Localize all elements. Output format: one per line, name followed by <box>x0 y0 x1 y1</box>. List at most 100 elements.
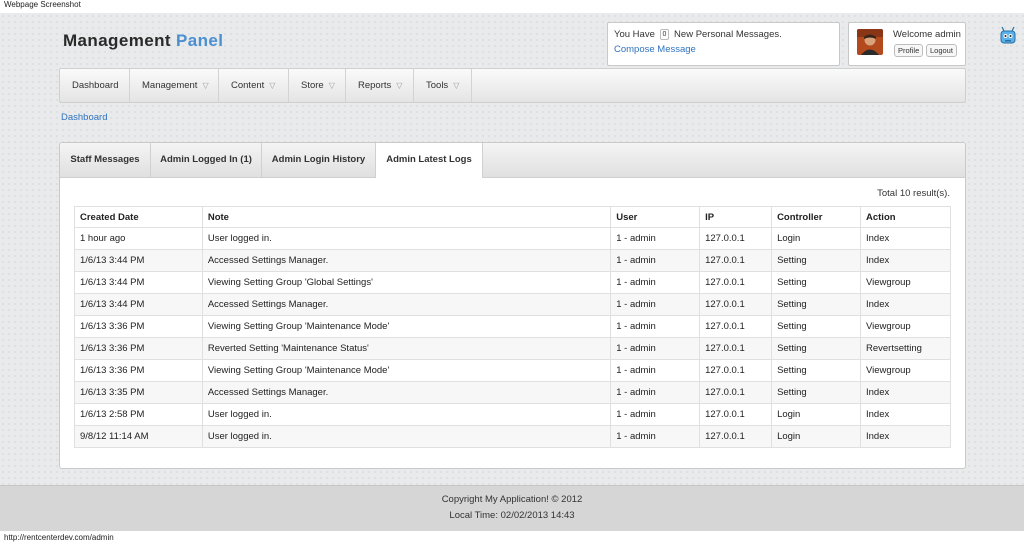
tab-admin-login-history[interactable]: Admin Login History <box>262 143 376 177</box>
status-url: http://rentcenterdev.com/admin <box>4 533 114 542</box>
column-header[interactable]: Action <box>860 206 951 228</box>
cell-ip: 127.0.0.1 <box>699 271 773 294</box>
cell-note: Accessed Settings Manager. <box>201 293 612 316</box>
main-nav: Dashboard Management ▽ Content ▽ Store ▽ Re… <box>59 68 966 103</box>
avatar-image <box>857 29 883 55</box>
tab-admin-logged-in[interactable]: Admin Logged In (1) <box>151 143 262 177</box>
cell-user: 1 - admin <box>610 359 701 382</box>
nav-dashboard-label: Dashboard <box>72 80 119 91</box>
cell-action: Viewgroup <box>860 359 951 382</box>
cell-created-date: 1/6/13 3:44 PM <box>74 249 203 272</box>
tab-admin-latest-logs[interactable]: Admin Latest Logs <box>376 143 483 178</box>
cell-controller: Login <box>771 425 861 448</box>
messages-box: You Have 0 New Personal Messages. Compos… <box>607 22 840 66</box>
chevron-down-icon: ▽ <box>269 81 276 90</box>
table-header-row: Created Date Note User IP Controller Act… <box>74 206 951 228</box>
cell-note: Viewing Setting Group 'Maintenance Mode' <box>201 359 612 382</box>
welcome-text: Welcome admin <box>893 29 961 40</box>
cell-action: Index <box>860 425 951 448</box>
cell-controller: Login <box>771 403 861 426</box>
cell-note: Accessed Settings Manager. <box>201 381 612 404</box>
window-title: Webpage Screenshot <box>4 0 81 9</box>
nav-management[interactable]: Management ▽ <box>130 69 219 102</box>
cell-ip: 127.0.0.1 <box>699 425 773 448</box>
cell-created-date: 1/6/13 3:36 PM <box>74 315 203 338</box>
nav-store[interactable]: Store ▽ <box>289 69 346 102</box>
cell-user: 1 - admin <box>610 337 701 360</box>
cell-action: Index <box>860 403 951 426</box>
cell-note: User logged in. <box>201 403 612 426</box>
cell-action: Viewgroup <box>860 315 951 338</box>
cell-controller: Setting <box>771 315 861 338</box>
cell-created-date: 1/6/13 3:36 PM <box>74 337 203 360</box>
footer: Copyright My Application! © 2012 Local T… <box>0 485 1024 531</box>
logs-panel: Staff Messages Admin Logged In (1) Admin… <box>59 142 966 469</box>
cell-controller: Setting <box>771 249 861 272</box>
user-box: Welcome admin Profile Logout <box>848 22 966 66</box>
logout-button[interactable]: Logout <box>926 44 957 57</box>
nav-store-label: Store <box>301 80 324 91</box>
cell-created-date: 1/6/13 3:44 PM <box>74 293 203 316</box>
cell-action: Index <box>860 249 951 272</box>
table-row: 1/6/13 3:36 PM Viewing Setting Group 'Ma… <box>74 359 951 382</box>
cell-created-date: 9/8/12 11:14 AM <box>74 425 203 448</box>
column-header[interactable]: IP <box>699 206 773 228</box>
cell-controller: Login <box>771 227 861 250</box>
avatar[interactable] <box>857 29 883 55</box>
cell-note: Accessed Settings Manager. <box>201 249 612 272</box>
logo-accent-text: Panel <box>176 31 224 50</box>
compose-message-link[interactable]: Compose Message <box>614 44 696 55</box>
column-header[interactable]: User <box>610 206 701 228</box>
cell-action: Index <box>860 227 951 250</box>
app-logo[interactable]: Management Panel <box>63 31 223 51</box>
column-header[interactable]: Created Date <box>74 206 203 228</box>
cell-controller: Setting <box>771 337 861 360</box>
nav-management-label: Management <box>142 80 198 91</box>
nav-reports[interactable]: Reports ▽ <box>346 69 414 102</box>
footer-local-time: Local Time: 02/02/2013 14:43 <box>449 510 575 521</box>
column-header[interactable]: Note <box>201 206 612 228</box>
cell-controller: Setting <box>771 359 861 382</box>
cell-ip: 127.0.0.1 <box>699 359 773 382</box>
messages-summary: You Have 0 New Personal Messages. <box>614 29 782 40</box>
cell-created-date: 1/6/13 3:35 PM <box>74 381 203 404</box>
window-title-bar: Webpage Screenshot <box>0 0 1024 13</box>
cell-user: 1 - admin <box>610 381 701 404</box>
cell-ip: 127.0.0.1 <box>699 381 773 404</box>
cell-controller: Setting <box>771 293 861 316</box>
cell-note: Viewing Setting Group 'Maintenance Mode' <box>201 315 612 338</box>
chevron-down-icon: ▽ <box>453 81 460 90</box>
cell-ip: 127.0.0.1 <box>699 227 773 250</box>
status-bar: http://rentcenterdev.com/admin <box>0 531 1024 545</box>
cell-note: Reverted Setting 'Maintenance Status' <box>201 337 612 360</box>
nav-content[interactable]: Content ▽ <box>219 69 289 102</box>
table-row: 1/6/13 3:44 PM Viewing Setting Group 'Gl… <box>74 271 951 294</box>
cell-user: 1 - admin <box>610 315 701 338</box>
table-row: 1/6/13 3:44 PM Accessed Settings Manager… <box>74 293 951 316</box>
tab-staff-messages[interactable]: Staff Messages <box>60 143 151 177</box>
cell-user: 1 - admin <box>610 227 701 250</box>
breadcrumb[interactable]: Dashboard <box>61 112 107 123</box>
nav-tools[interactable]: Tools ▽ <box>414 69 472 102</box>
cell-ip: 127.0.0.1 <box>699 249 773 272</box>
messages-count-badge: 0 <box>659 29 670 40</box>
profile-button[interactable]: Profile <box>894 44 924 57</box>
cell-ip: 127.0.0.1 <box>699 293 773 316</box>
cell-ip: 127.0.0.1 <box>699 403 773 426</box>
nav-tools-label: Tools <box>426 80 449 91</box>
cell-user: 1 - admin <box>610 425 701 448</box>
tab-bar: Staff Messages Admin Logged In (1) Admin… <box>60 143 965 178</box>
robot-icon[interactable] <box>997 25 1019 47</box>
nav-dashboard[interactable]: Dashboard <box>60 69 130 102</box>
cell-note: User logged in. <box>201 227 612 250</box>
cell-action: Revertsetting <box>860 337 951 360</box>
column-header[interactable]: Controller <box>771 206 861 228</box>
cell-created-date: 1/6/13 3:44 PM <box>74 271 203 294</box>
chevron-down-icon: ▽ <box>328 81 335 90</box>
messages-suffix: New Personal Messages. <box>674 29 782 40</box>
cell-ip: 127.0.0.1 <box>699 315 773 338</box>
cell-created-date: 1 hour ago <box>74 227 203 250</box>
table-row: 1/6/13 3:36 PM Reverted Setting 'Mainten… <box>74 337 951 360</box>
cell-action: Index <box>860 381 951 404</box>
chevron-down-icon: ▽ <box>396 81 403 90</box>
